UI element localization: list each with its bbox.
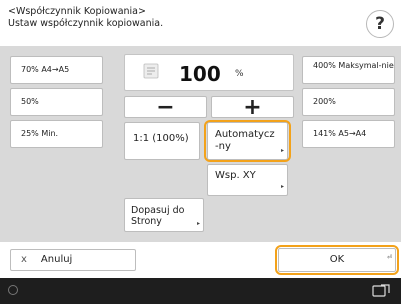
preset-400-max[interactable]: 400% Maksymal-nie: [302, 56, 395, 84]
power-icon: [8, 285, 18, 295]
decrease-button[interactable]: −: [124, 96, 207, 119]
fit-to-page-button[interactable]: Dopasuj do Strony ▸: [124, 198, 204, 232]
preset-label: 200%: [313, 97, 336, 106]
cancel-label: Anuluj: [40, 254, 73, 265]
one-to-one-button[interactable]: 1:1 (100%): [124, 122, 200, 160]
zoom-unit: %: [235, 69, 244, 79]
zoom-value: 100: [179, 62, 221, 86]
screen-title: <Współczynnik Kopiowania>: [8, 6, 146, 17]
corner-arrow-icon: ▸: [196, 220, 200, 227]
network-icon[interactable]: [371, 282, 391, 304]
help-button[interactable]: ?: [366, 10, 394, 38]
increase-button[interactable]: +: [211, 96, 294, 119]
fit-label: Dopasuj do Strony: [131, 205, 185, 227]
close-icon: x: [21, 254, 27, 265]
xy-button[interactable]: Wsp. XY ▸: [207, 164, 288, 196]
preset-label: 50%: [21, 97, 39, 106]
preset-200[interactable]: 200%: [302, 88, 395, 116]
zoom-display: 100 %: [124, 54, 294, 91]
ok-highlight: [275, 245, 399, 275]
cancel-button[interactable]: x Anuluj: [10, 249, 136, 271]
header: <Współczynnik Kopiowania> Ustaw współczy…: [0, 0, 401, 46]
status-bar: [0, 278, 401, 304]
preset-141-a5-a4[interactable]: 141% A5→A4: [302, 120, 395, 148]
corner-arrow-icon: ▸: [280, 183, 284, 190]
auto-highlight: [204, 120, 291, 162]
magnifier-icon: [143, 63, 159, 83]
preset-label: 400% Maksymal-nie: [313, 61, 394, 70]
preset-25-min[interactable]: 25% Min.: [10, 120, 103, 148]
preset-70-a4-a5[interactable]: 70% A4→A5: [10, 56, 103, 84]
preset-label: 70% A4→A5: [21, 65, 70, 74]
preset-50[interactable]: 50%: [10, 88, 103, 116]
preset-label: 25% Min.: [21, 129, 59, 138]
preset-label: 141% A5→A4: [313, 129, 367, 138]
footer: x Anuluj OK ⏎: [0, 242, 401, 278]
xy-label: Wsp. XY: [215, 170, 256, 181]
one-to-one-label: 1:1 (100%): [133, 133, 189, 144]
screen-subtitle: Ustaw współczynnik kopiowania.: [8, 18, 164, 29]
